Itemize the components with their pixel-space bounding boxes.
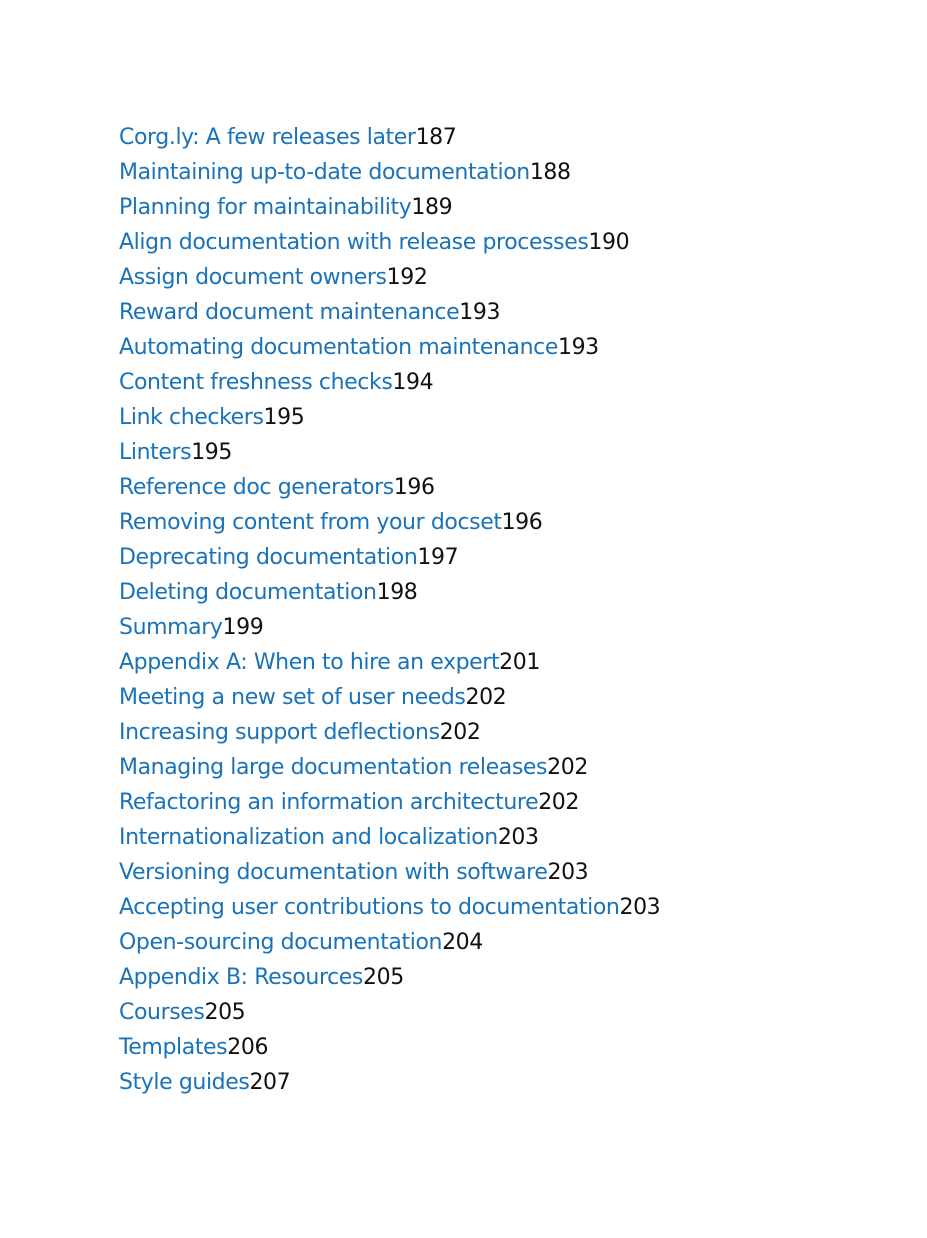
- toc-entry: Deleting documentation198: [119, 575, 660, 610]
- toc-page-number: 189: [411, 195, 453, 220]
- toc-link[interactable]: Versioning documentation with software: [119, 860, 548, 885]
- toc-link[interactable]: Maintaining up-to-date documentation: [119, 160, 530, 185]
- toc-page-number: 193: [459, 300, 501, 325]
- table-of-contents: Corg.ly: A few releases later187 Maintai…: [119, 120, 661, 1100]
- toc-page-number: 205: [363, 965, 404, 990]
- toc-entry: Style guides207: [119, 1065, 660, 1100]
- toc-link[interactable]: Corg.ly: A few releases later: [119, 125, 416, 150]
- toc-page-number: 202: [547, 755, 588, 780]
- toc-entry: Increasing support deflections202: [119, 715, 660, 750]
- toc-entry: Assign document owners192: [119, 260, 660, 295]
- toc-link[interactable]: Reward document maintenance: [119, 300, 460, 325]
- toc-entry: Content freshness checks194: [119, 365, 660, 400]
- toc-page-number: 203: [497, 825, 539, 850]
- toc-link[interactable]: Link checkers: [119, 405, 264, 430]
- toc-link[interactable]: Managing large documentation releases: [119, 755, 548, 780]
- toc-entry: Link checkers195: [119, 400, 660, 435]
- toc-entry: Courses205: [119, 995, 660, 1030]
- toc-link[interactable]: Align documentation with release process…: [119, 230, 589, 255]
- toc-entry: Maintaining up-to-date documentation188: [119, 155, 660, 190]
- toc-page-number: 192: [386, 265, 428, 290]
- toc-link[interactable]: Open-sourcing documentation: [119, 930, 442, 955]
- toc-page-number: 195: [263, 405, 305, 430]
- toc-entry: Removing content from your docset196: [119, 505, 660, 540]
- toc-page-number: 207: [249, 1070, 291, 1095]
- toc-page-number: 187: [415, 125, 457, 150]
- toc-entry: Appendix B: Resources205: [119, 960, 660, 995]
- toc-link[interactable]: Deprecating documentation: [119, 545, 418, 570]
- toc-entry: Corg.ly: A few releases later187: [119, 120, 660, 155]
- toc-page-number: 194: [392, 370, 434, 395]
- toc-entry: Internationalization and localization203: [119, 820, 660, 855]
- toc-link[interactable]: Internationalization and localization: [119, 825, 498, 850]
- toc-link[interactable]: Increasing support deflections: [119, 720, 440, 745]
- toc-page-number: 196: [501, 510, 543, 535]
- toc-entry: Summary199: [119, 610, 660, 645]
- toc-entry: Automating documentation maintenance193: [119, 330, 660, 365]
- toc-page-number: 188: [529, 160, 571, 185]
- toc-page-number: 206: [227, 1035, 269, 1060]
- toc-entry: Refactoring an information architecture2…: [119, 785, 660, 820]
- toc-link[interactable]: Linters: [119, 440, 192, 465]
- toc-page-number: 196: [393, 475, 435, 500]
- toc-page-number: 199: [222, 615, 264, 640]
- toc-entry: Reward document maintenance193: [119, 295, 660, 330]
- toc-link[interactable]: Removing content from your docset: [119, 510, 502, 535]
- toc-page-number: 204: [442, 930, 483, 955]
- toc-entry: Open-sourcing documentation204: [119, 925, 660, 960]
- toc-entry: Templates206: [119, 1030, 660, 1065]
- toc-link[interactable]: Templates: [119, 1035, 228, 1060]
- toc-page-number: 203: [547, 860, 589, 885]
- toc-page-number: 195: [191, 440, 232, 465]
- toc-link[interactable]: Content freshness checks: [119, 370, 393, 395]
- toc-link[interactable]: Refactoring an information architecture: [119, 790, 539, 815]
- toc-link[interactable]: Planning for maintainability: [119, 195, 412, 220]
- toc-entry: Versioning documentation with software20…: [119, 855, 660, 890]
- toc-entry: Meeting a new set of user needs202: [119, 680, 660, 715]
- toc-link[interactable]: Deleting documentation: [119, 580, 377, 605]
- toc-entry: Accepting user contributions to document…: [119, 890, 661, 925]
- toc-entry: Align documentation with release process…: [119, 225, 660, 260]
- toc-page-number: 193: [557, 335, 599, 360]
- toc-link[interactable]: Style guides: [119, 1070, 250, 1095]
- toc-entry: Appendix A: When to hire an expert201: [119, 645, 660, 680]
- toc-page-number: 202: [465, 685, 507, 710]
- toc-link[interactable]: Appendix A: When to hire an expert: [119, 650, 500, 675]
- toc-page-number: 201: [499, 650, 540, 675]
- toc-entry: Managing large documentation releases202: [119, 750, 660, 785]
- toc-page-number: 202: [538, 790, 579, 815]
- toc-link[interactable]: Summary: [119, 615, 223, 640]
- toc-link[interactable]: Reference doc generators: [119, 475, 394, 500]
- toc-entry: Deprecating documentation197: [119, 540, 660, 575]
- toc-entry: Linters195: [119, 435, 660, 470]
- toc-link[interactable]: Appendix B: Resources: [119, 965, 363, 990]
- toc-link[interactable]: Accepting user contributions to document…: [119, 895, 620, 920]
- toc-entry: Reference doc generators196: [119, 470, 660, 505]
- toc-link[interactable]: Meeting a new set of user needs: [119, 685, 466, 710]
- toc-link[interactable]: Automating documentation maintenance: [119, 335, 558, 360]
- toc-page-number: 203: [619, 895, 661, 920]
- toc-link[interactable]: Assign document owners: [119, 265, 387, 290]
- toc-page-number: 198: [376, 580, 418, 605]
- toc-page-number: 205: [204, 1000, 246, 1025]
- toc-entry: Planning for maintainability189: [119, 190, 660, 225]
- toc-link[interactable]: Courses: [119, 1000, 205, 1025]
- toc-page-number: 190: [588, 230, 630, 255]
- toc-page-number: 202: [439, 720, 481, 745]
- toc-page-number: 197: [417, 545, 459, 570]
